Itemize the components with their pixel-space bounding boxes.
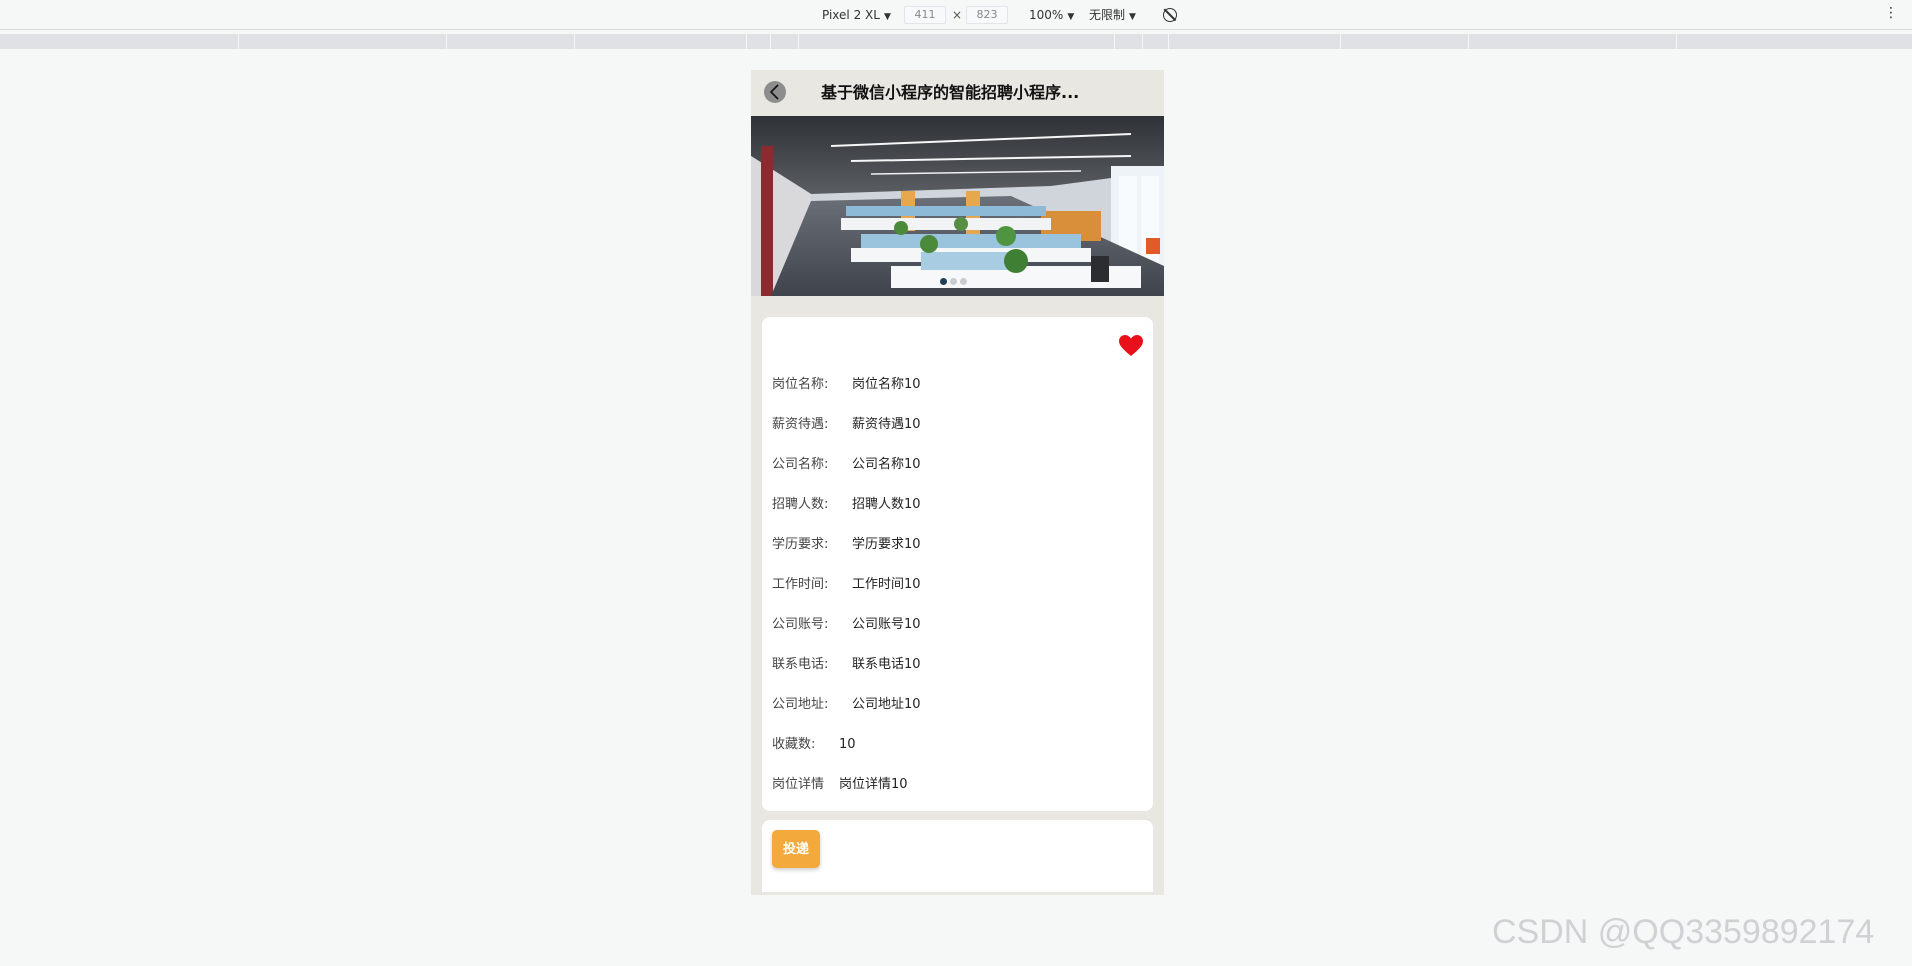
detail-row-favorites: 收藏数: 10 (772, 735, 856, 755)
media-query-ruler[interactable] (0, 34, 1912, 49)
back-button[interactable] (764, 81, 786, 103)
detail-row-company: 公司名称: 公司名称10 (772, 455, 921, 475)
detail-label: 收藏数: (772, 737, 816, 752)
page-title: 基于微信小程序的智能招聘小程序... (821, 83, 1080, 102)
action-bar: 投递 (762, 820, 1153, 892)
height-input[interactable]: 823 (966, 6, 1008, 24)
detail-label: 公司名称: (772, 457, 829, 472)
detail-label: 薪资待遇: (772, 417, 829, 432)
detail-label: 学历要求: (772, 537, 829, 552)
rotate-icon[interactable] (1163, 8, 1177, 22)
apply-button[interactable]: 投递 (772, 830, 820, 868)
detail-label: 岗位名称: (772, 377, 829, 392)
nav-bar: 基于微信小程序的智能招聘小程序... (751, 70, 1164, 116)
zoom-value: 100% (1029, 8, 1064, 22)
detail-value: 10 (839, 737, 856, 752)
detail-row-salary: 薪资待遇: 薪资待遇10 (772, 415, 921, 435)
detail-row-company-account: 公司账号: 公司账号10 (772, 615, 921, 635)
detail-value: 公司地址10 (852, 697, 921, 712)
device-select[interactable]: Pixel 2 XL ▼ (822, 7, 891, 23)
more-options-icon[interactable]: ⋮ (1884, 5, 1899, 21)
width-input[interactable]: 411 (904, 6, 946, 24)
chevron-left-icon (769, 84, 779, 100)
job-detail-card: 岗位名称: 岗位名称10 薪资待遇: 薪资待遇10 公司名称: 公司名称10 招聘人数… (762, 317, 1153, 811)
watermark: CSDN @QQ3359892174 (1492, 913, 1875, 951)
chevron-down-icon: ▼ (883, 12, 891, 22)
detail-label: 联系电话: (772, 657, 829, 672)
chevron-down-icon: ▼ (1067, 12, 1075, 22)
detail-value: 岗位名称10 (852, 377, 921, 392)
carousel-dot[interactable] (940, 278, 947, 285)
detail-value: 公司账号10 (852, 617, 921, 632)
detail-value: 学历要求10 (852, 537, 921, 552)
detail-label: 岗位详情 (772, 777, 825, 792)
detail-value: 岗位详情10 (839, 777, 908, 792)
detail-row-work-time: 工作时间: 工作时间10 (772, 575, 921, 595)
carousel-dot[interactable] (960, 278, 967, 285)
heart-icon[interactable] (1119, 335, 1143, 357)
detail-label: 公司账号: (772, 617, 829, 632)
banner-carousel[interactable] (751, 116, 1164, 296)
device-toolbar: Pixel 2 XL ▼ 411 × 823 100% ▼ 无限制 ▼ ⋮ (0, 0, 1912, 30)
detail-row-phone: 联系电话: 联系电话10 (772, 655, 921, 675)
detail-value: 公司名称10 (852, 457, 921, 472)
detail-label: 公司地址: (772, 697, 829, 712)
chevron-down-icon: ▼ (1129, 12, 1136, 22)
throttle-value: 无限制 (1089, 8, 1126, 22)
detail-row-position: 岗位名称: 岗位名称10 (772, 375, 921, 395)
detail-label: 招聘人数: (772, 497, 829, 512)
detail-row-headcount: 招聘人数: 招聘人数10 (772, 495, 921, 515)
zoom-select[interactable]: 100% ▼ (1029, 7, 1074, 23)
detail-row-education: 学历要求: 学历要求10 (772, 535, 921, 555)
detail-value: 招聘人数10 (852, 497, 921, 512)
dimension-separator: × (952, 8, 963, 22)
detail-value: 联系电话10 (852, 657, 921, 672)
office-image (751, 116, 1164, 296)
carousel-dot[interactable] (950, 278, 957, 285)
detail-row-description: 岗位详情 岗位详情10 (772, 775, 908, 795)
detail-row-address: 公司地址: 公司地址10 (772, 695, 921, 715)
phone-viewport: 基于微信小程序的智能招聘小程序... 岗位名称: 岗位名称10 薪资待遇: 薪资… (751, 70, 1164, 895)
detail-value: 薪资待遇10 (852, 417, 921, 432)
device-name: Pixel 2 XL (822, 8, 880, 22)
detail-value: 工作时间10 (852, 577, 921, 592)
throttle-select[interactable]: 无限制 ▼ (1089, 7, 1136, 23)
detail-label: 工作时间: (772, 577, 829, 592)
